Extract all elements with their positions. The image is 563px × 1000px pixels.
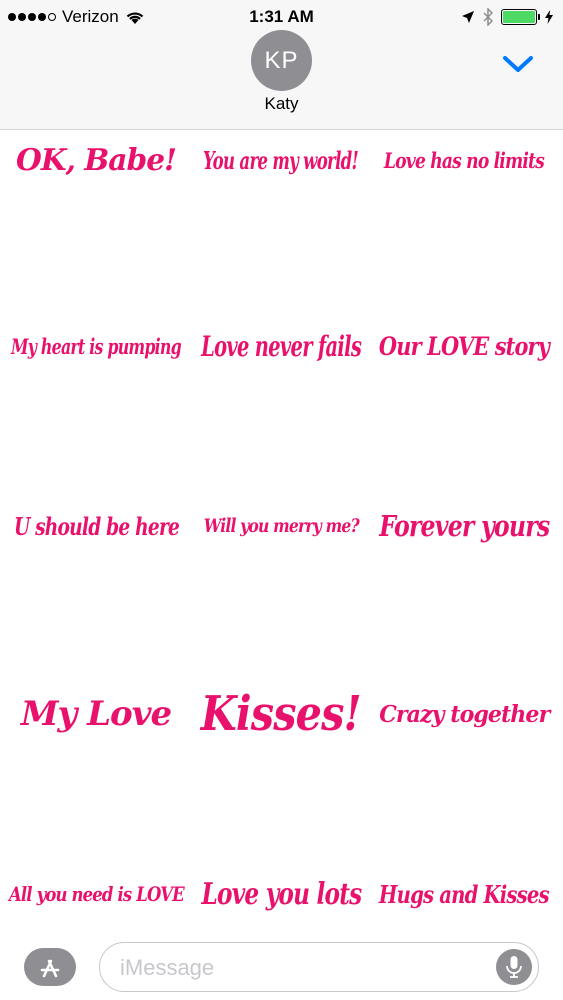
- sticker-text: Love has no limits: [383, 147, 545, 173]
- sticker[interactable]: Love never fails: [191, 316, 371, 376]
- sticker-text: My Love: [20, 694, 172, 734]
- sticker-text: Love you lots: [201, 876, 362, 912]
- charging-bolt-icon: [545, 10, 553, 24]
- message-input[interactable]: iMessage: [99, 942, 539, 992]
- sticker-text: You are my world!: [203, 145, 359, 175]
- battery-icon: [501, 9, 540, 25]
- carrier-name: Verizon: [62, 7, 119, 26]
- contact-name[interactable]: Katy: [0, 94, 563, 114]
- chevron-down-icon[interactable]: [501, 52, 535, 76]
- wifi-icon: [126, 12, 143, 24]
- microphone-button[interactable]: [496, 949, 532, 985]
- sticker[interactable]: My Love: [6, 684, 186, 744]
- signal-dot: [8, 13, 16, 21]
- sticker-text: OK, Babe!: [15, 142, 177, 178]
- sticker-text: Will you merry me?: [203, 515, 359, 537]
- sticker-text: Hugs and Kisses: [379, 879, 550, 909]
- sticker-text: Forever yours: [378, 509, 550, 543]
- battery-level: [503, 11, 535, 23]
- sticker[interactable]: Forever yours: [374, 496, 554, 556]
- sticker[interactable]: Love you lots: [191, 864, 371, 924]
- sticker[interactable]: Will you merry me?: [191, 496, 371, 556]
- app-store-button[interactable]: [24, 948, 76, 986]
- sticker-text: Crazy together: [378, 700, 550, 728]
- sticker-text: Kisses!: [200, 686, 362, 742]
- sticker[interactable]: You are my world!: [191, 130, 371, 190]
- message-placeholder: iMessage: [120, 955, 215, 980]
- sticker-text: Love never fails: [201, 329, 362, 363]
- status-left: Verizon: [8, 7, 145, 27]
- signal-dot: [28, 13, 36, 21]
- avatar[interactable]: KP: [251, 30, 312, 91]
- location-arrow-icon: [462, 11, 474, 23]
- sticker[interactable]: Crazy together: [374, 684, 554, 744]
- sticker[interactable]: Kisses!: [191, 684, 371, 744]
- sticker-text: My heart is pumping: [11, 333, 182, 359]
- microphone-icon: [506, 956, 522, 978]
- bluetooth-icon: [483, 8, 493, 26]
- sticker[interactable]: OK, Babe!: [6, 130, 186, 190]
- sticker-text: All you need is LOVE: [8, 882, 185, 906]
- sticker[interactable]: Hugs and Kisses: [374, 864, 554, 924]
- signal-dot: [18, 13, 26, 21]
- sticker[interactable]: Our LOVE story: [374, 316, 554, 376]
- sticker[interactable]: Love has no limits: [374, 130, 554, 190]
- sticker-text: Our LOVE story: [378, 331, 550, 361]
- conversation-header: KP Katy: [0, 30, 563, 130]
- imessage-sticker-screen: Verizon 1:31 AM KP Katy OK, Babe! You ar…: [0, 0, 563, 1000]
- sticker[interactable]: U should be here: [6, 496, 186, 556]
- sticker[interactable]: My heart is pumping: [6, 316, 186, 376]
- app-store-icon: [40, 959, 60, 978]
- sticker[interactable]: All you need is LOVE: [6, 864, 186, 924]
- signal-strength-icon: [8, 13, 56, 21]
- status-right: [461, 8, 553, 26]
- signal-dot-empty: [48, 13, 56, 21]
- signal-dot: [38, 13, 46, 21]
- status-bar: Verizon 1:31 AM: [0, 0, 563, 34]
- sticker-grid: OK, Babe! You are my world! Love has no li…: [0, 130, 563, 930]
- message-input-bar: iMessage: [0, 930, 563, 1000]
- sticker-text: U should be here: [13, 511, 179, 541]
